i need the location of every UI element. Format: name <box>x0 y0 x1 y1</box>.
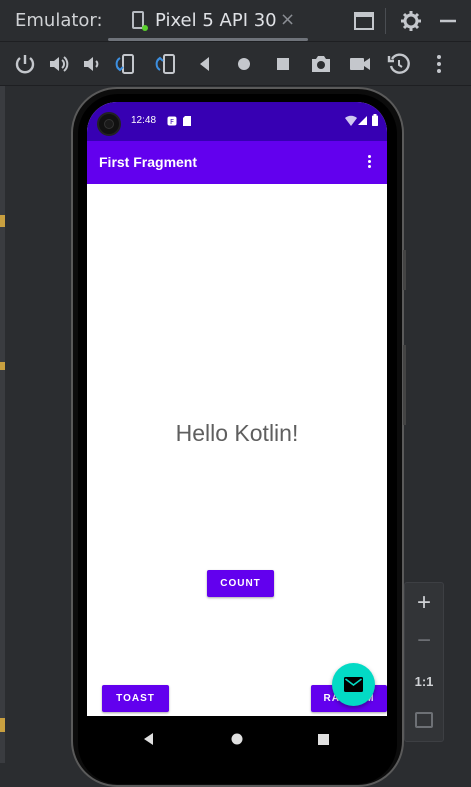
zoom-actual-size-button[interactable]: 1:1 <box>405 674 443 689</box>
emulator-toolbar <box>0 42 471 86</box>
app-notification-icon: F <box>167 116 177 126</box>
tab-underline <box>108 38 308 41</box>
toast-button[interactable]: TOAST <box>102 685 169 712</box>
running-indicator-icon <box>142 25 148 31</box>
zoom-out-button[interactable]: − <box>405 627 443 655</box>
rotate-left-icon[interactable] <box>114 52 138 76</box>
editor-marker <box>0 362 5 370</box>
title-separator <box>385 8 386 34</box>
video-icon[interactable] <box>348 52 372 76</box>
editor-side-strip <box>0 86 5 763</box>
overflow-menu-icon[interactable] <box>363 153 375 173</box>
minimize-window-icon[interactable] <box>436 9 460 33</box>
signal-icon <box>358 116 367 125</box>
emulator-label: Emulator: <box>15 10 103 31</box>
wifi-icon <box>345 115 357 126</box>
navigation-bar <box>87 716 387 763</box>
zoom-controls: + − 1:1 <box>404 582 444 742</box>
status-time: 12:48 <box>131 115 157 126</box>
email-fab-button[interactable] <box>332 663 375 706</box>
overview-icon[interactable] <box>271 52 295 76</box>
status-bar: 12:48 F <box>87 102 387 141</box>
back-icon[interactable] <box>193 52 217 76</box>
editor-marker <box>0 718 5 732</box>
volume-down-icon[interactable] <box>80 52 104 76</box>
zoom-in-button[interactable]: + <box>405 589 443 617</box>
hello-text: Hello Kotlin! <box>175 420 299 446</box>
power-icon[interactable] <box>13 52 37 76</box>
nav-back-icon[interactable] <box>143 733 155 745</box>
settings-gear-icon[interactable] <box>399 9 423 33</box>
zoom-fit-icon[interactable] <box>415 712 433 728</box>
window-maximize-icon[interactable] <box>352 9 376 33</box>
volume-up-icon[interactable] <box>47 52 71 76</box>
snapshot-icon[interactable] <box>387 52 411 76</box>
emulator-title-bar: Emulator: Pixel 5 API 30 × <box>0 0 471 42</box>
sd-card-icon <box>183 116 191 126</box>
page-title: First Fragment <box>99 154 198 170</box>
device-tab[interactable]: Pixel 5 API 30 × <box>128 0 308 42</box>
device-screen[interactable]: 12:48 F First Fragment Hello Kotlin! COU… <box>87 102 387 763</box>
device-volume-button <box>403 345 406 425</box>
count-button[interactable]: COUNT <box>207 570 274 597</box>
home-icon[interactable] <box>232 52 256 76</box>
app-bar: First Fragment <box>87 141 387 184</box>
battery-icon <box>372 114 378 126</box>
email-icon <box>344 677 363 692</box>
more-options-icon[interactable] <box>427 52 451 76</box>
front-camera <box>97 112 121 136</box>
nav-overview-icon[interactable] <box>318 734 329 745</box>
nav-home-icon[interactable] <box>231 733 243 745</box>
tab-close-icon[interactable]: × <box>280 9 295 30</box>
device-tab-label: Pixel 5 API 30 <box>155 10 277 31</box>
camera-icon[interactable] <box>309 52 333 76</box>
editor-marker <box>0 215 5 227</box>
svg-text:F: F <box>170 118 174 126</box>
rotate-right-icon[interactable] <box>154 52 178 76</box>
device-power-button <box>403 250 406 290</box>
